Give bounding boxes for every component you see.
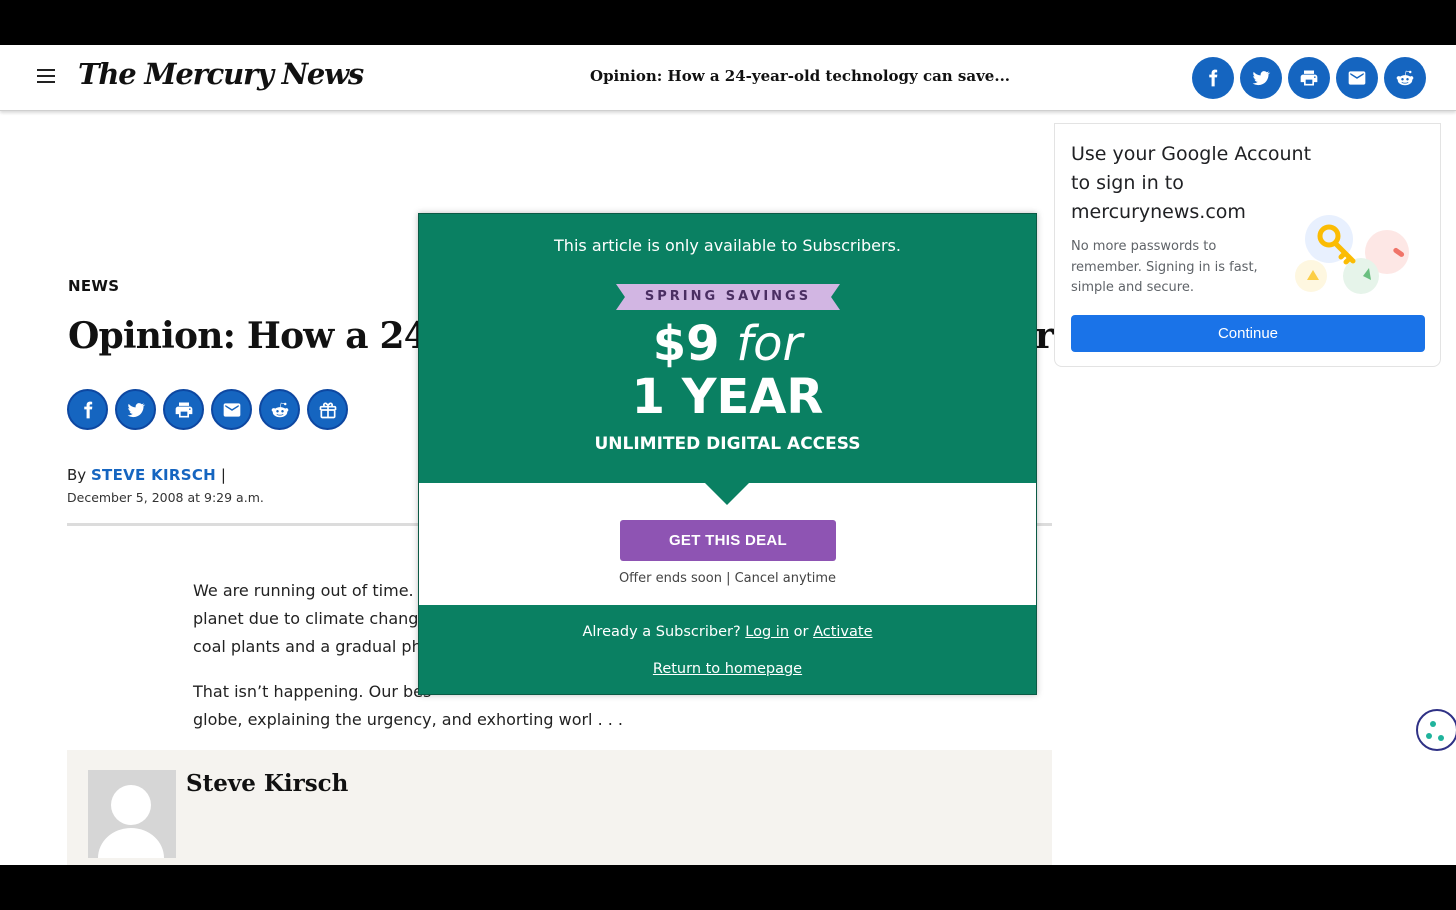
or-text: or: [793, 624, 809, 640]
headline-tail: r: [1035, 315, 1054, 357]
author-bio-box: Steve Kirsch: [67, 750, 1052, 865]
reddit-icon[interactable]: [259, 389, 300, 430]
byline: By STEVE KIRSCH |: [67, 466, 226, 484]
return-homepage-link[interactable]: Return to homepage: [653, 661, 802, 677]
google-signin-title: Use your Google Account to sign in to me…: [1071, 143, 1312, 223]
paywall-modal: This article is only available to Subscr…: [418, 213, 1037, 695]
headline-text: Opinion: How a 24-y: [68, 315, 463, 357]
byline-prefix: By: [67, 466, 87, 484]
key-illustration-icon: [1295, 215, 1409, 294]
section-label[interactable]: NEWS: [68, 277, 119, 295]
site-logo[interactable]: The Mercury News: [78, 57, 364, 91]
gift-icon[interactable]: [307, 389, 348, 430]
byline-separator: |: [220, 466, 226, 484]
google-continue-button[interactable]: Continue: [1071, 315, 1425, 352]
browser-viewport: The Mercury News Opinion: How a 24-year-…: [0, 45, 1456, 865]
google-signin-card: Use your Google Account to sign in to me…: [1054, 123, 1441, 367]
activate-link[interactable]: Activate: [813, 624, 872, 640]
subscriber-prompt: Already a Subscriber? Log in or Activate: [419, 624, 1036, 640]
publish-date: December 5, 2008 at 9:29 a.m.: [67, 490, 264, 505]
cookie-settings-icon[interactable]: [1416, 709, 1456, 751]
header-share-bar: [1192, 57, 1426, 99]
price-for: for: [736, 316, 803, 372]
paragraph-line: That isn’t happening. Our bes: [193, 682, 432, 701]
google-signin-description: No more passwords to remember. Signing i…: [1071, 239, 1258, 295]
return-home-row: Return to homepage: [419, 661, 1036, 677]
offer-price: $9 for: [419, 318, 1036, 370]
header-article-title: Opinion: How a 24-year-old technology ca…: [590, 67, 1011, 85]
login-link[interactable]: Log in: [745, 624, 789, 640]
offer-duration: 1 YEAR: [631, 369, 824, 425]
paragraph-line: globe, explaining the urgency, and exhor…: [193, 710, 624, 729]
already-subscriber-text: Already a Subscriber?: [582, 624, 741, 640]
avatar: [88, 770, 176, 858]
facebook-icon[interactable]: [1192, 57, 1234, 99]
price-amount: $9: [652, 316, 720, 372]
article-share-bar: [67, 389, 348, 430]
twitter-icon[interactable]: [1240, 57, 1282, 99]
email-icon[interactable]: [1336, 57, 1378, 99]
paywall-footer: Already a Subscriber? Log in or Activate…: [419, 605, 1036, 694]
offer-pointer: [705, 483, 749, 505]
menu-icon[interactable]: [37, 69, 55, 85]
paywall-notice: This article is only available to Subscr…: [554, 236, 901, 255]
article-headline: Opinion: How a 24-y r: [68, 315, 1054, 357]
offer-note: Offer ends soon | Cancel anytime: [618, 571, 837, 586]
site-header: The Mercury News Opinion: How a 24-year-…: [0, 45, 1456, 111]
paywall-offer-panel: This article is only available to Subscr…: [419, 214, 1036, 483]
author-link[interactable]: STEVE KIRSCH: [91, 466, 216, 484]
author-name[interactable]: Steve Kirsch: [186, 770, 348, 797]
email-icon[interactable]: [211, 389, 252, 430]
facebook-icon[interactable]: [67, 389, 108, 430]
twitter-icon[interactable]: [115, 389, 156, 430]
reddit-icon[interactable]: [1384, 57, 1426, 99]
offer-access: UNLIMITED DIGITAL ACCESS: [594, 434, 861, 454]
print-icon[interactable]: [1288, 57, 1330, 99]
promo-ribbon: SPRING SAVINGS: [616, 284, 840, 310]
get-deal-button[interactable]: GET THIS DEAL: [620, 520, 836, 561]
print-icon[interactable]: [163, 389, 204, 430]
